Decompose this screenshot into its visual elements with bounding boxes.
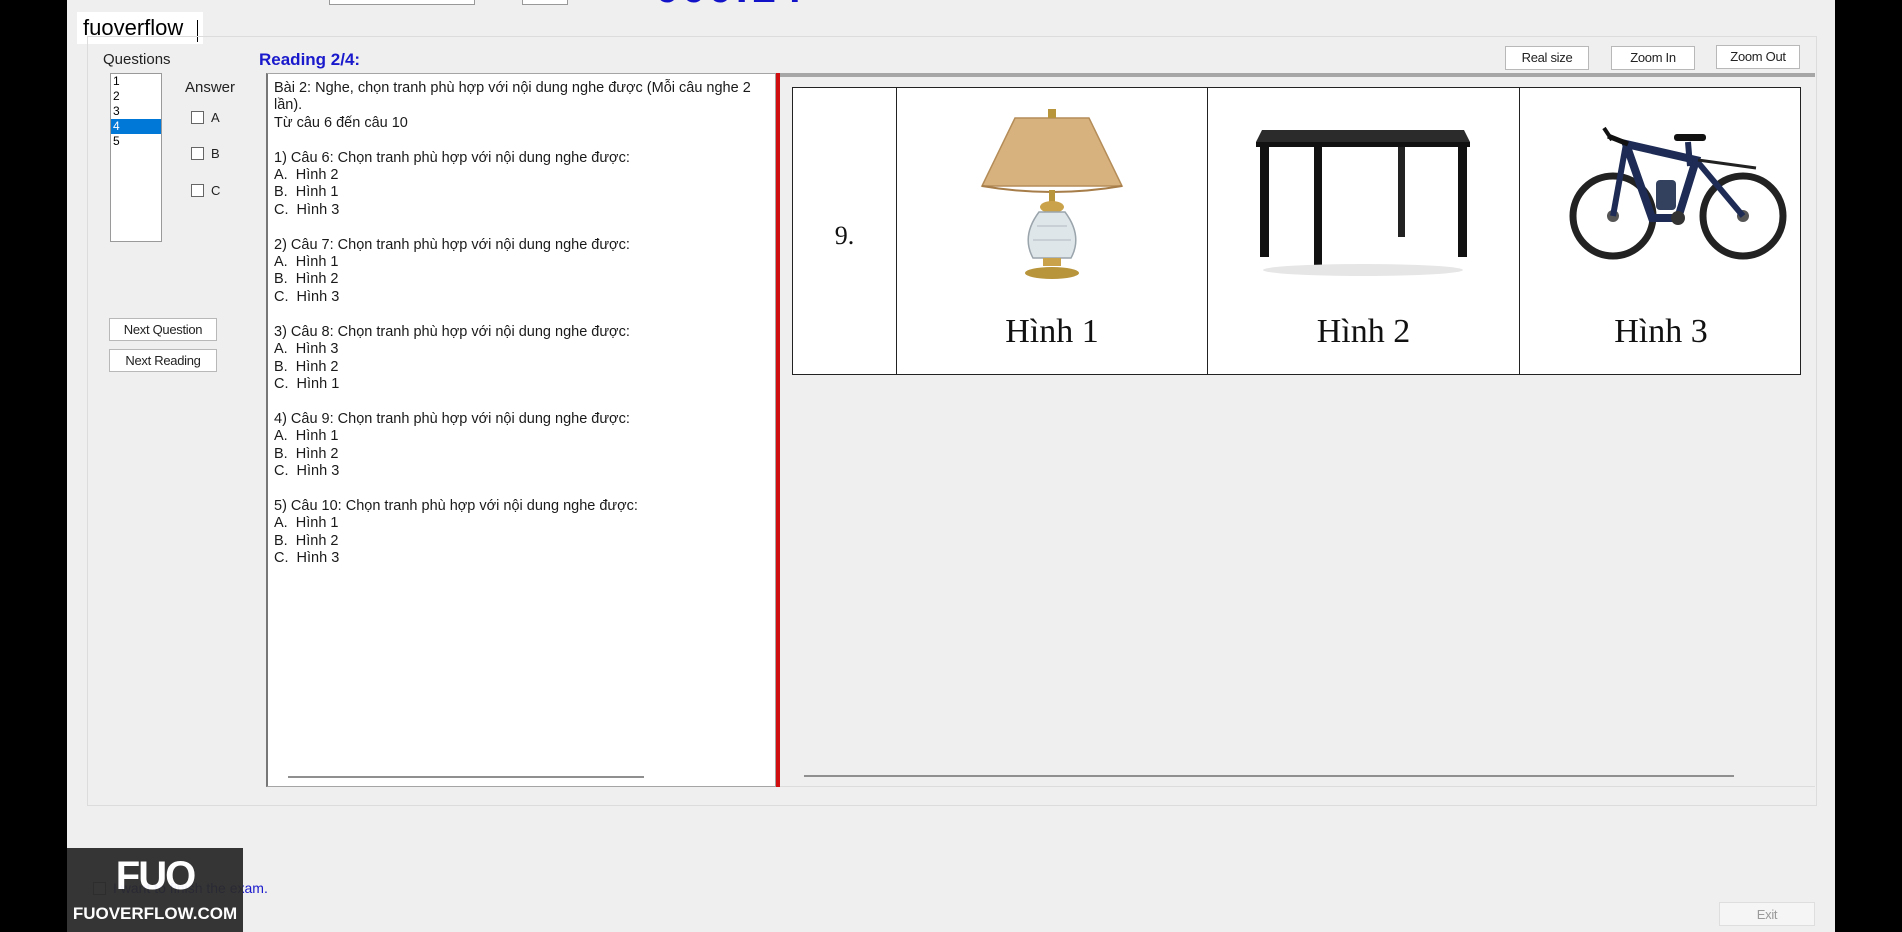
next-question-button[interactable]: Next Question [109,318,217,341]
answer-b-label: B [211,146,220,161]
picture-cell-3: Hình 3 [1520,88,1802,374]
exam-window: 000:14 fuoverflow Questions Reading 2/4:… [67,0,1835,932]
question-item[interactable]: 1 [111,74,161,89]
answer-option-c[interactable]: C [191,183,220,198]
exam-timer: 000:14 [655,0,804,10]
answer-label: Answer [185,79,236,96]
watermark-logo: FUO FUOVERFLOW.COM [67,848,243,932]
zoom-out-button[interactable]: Zoom Out [1716,45,1800,69]
watermark-mark: FUO [115,854,196,898]
zoom-in-button[interactable]: Zoom In [1611,46,1695,70]
questions-label: Questions [103,51,171,68]
exit-button[interactable]: Exit [1719,902,1815,926]
bicycle-icon [1569,126,1787,260]
question-item[interactable]: 5 [111,134,161,149]
reading-title: Reading 2/4: [259,50,361,69]
question-item[interactable]: 2 [111,89,161,104]
question-list[interactable]: 1 2 3 4 5 [110,73,162,242]
picture-cell-1: Hình 1 [897,88,1208,374]
real-size-button[interactable]: Real size [1505,46,1589,70]
picture-caption-1: Hình 1 [1005,313,1099,350]
image-horizontal-scrollbar[interactable] [804,775,1734,777]
question-number: 9. [834,221,855,250]
answer-a-label: A [211,110,220,125]
reading-horizontal-scrollbar[interactable] [288,776,644,778]
answer-a-checkbox[interactable] [191,111,204,124]
answer-b-checkbox[interactable] [191,147,204,160]
answer-c-checkbox[interactable] [191,184,204,197]
picture-cell-2: Hình 2 [1208,88,1520,374]
answer-c-label: C [211,183,221,198]
answer-option-b[interactable]: B [191,146,220,161]
lamp-icon [980,109,1124,279]
question-item[interactable]: 3 [111,104,161,119]
answer-option-a[interactable]: A [191,110,220,125]
next-reading-button[interactable]: Next Reading [109,349,217,372]
reading-text: Bài 2: Nghe, chọn tranh phù hợp với nội … [274,80,751,566]
question-number-cell: 9. [793,88,897,374]
top-combo-box[interactable] [329,0,475,5]
picture-caption-3: Hình 3 [1614,313,1708,350]
top-small-box[interactable] [522,0,568,5]
reading-text-box[interactable]: Bài 2: Nghe, chọn tranh phù hợp với nội … [266,73,776,787]
picture-caption-2: Hình 2 [1316,313,1411,350]
watermark-site: FUOVERFLOW.COM [72,904,238,923]
table-icon [1256,130,1470,276]
picture-table: 9. Hình 1 Hình 2 Hình 3 [792,87,1801,375]
question-item-selected[interactable]: 4 [111,119,161,134]
